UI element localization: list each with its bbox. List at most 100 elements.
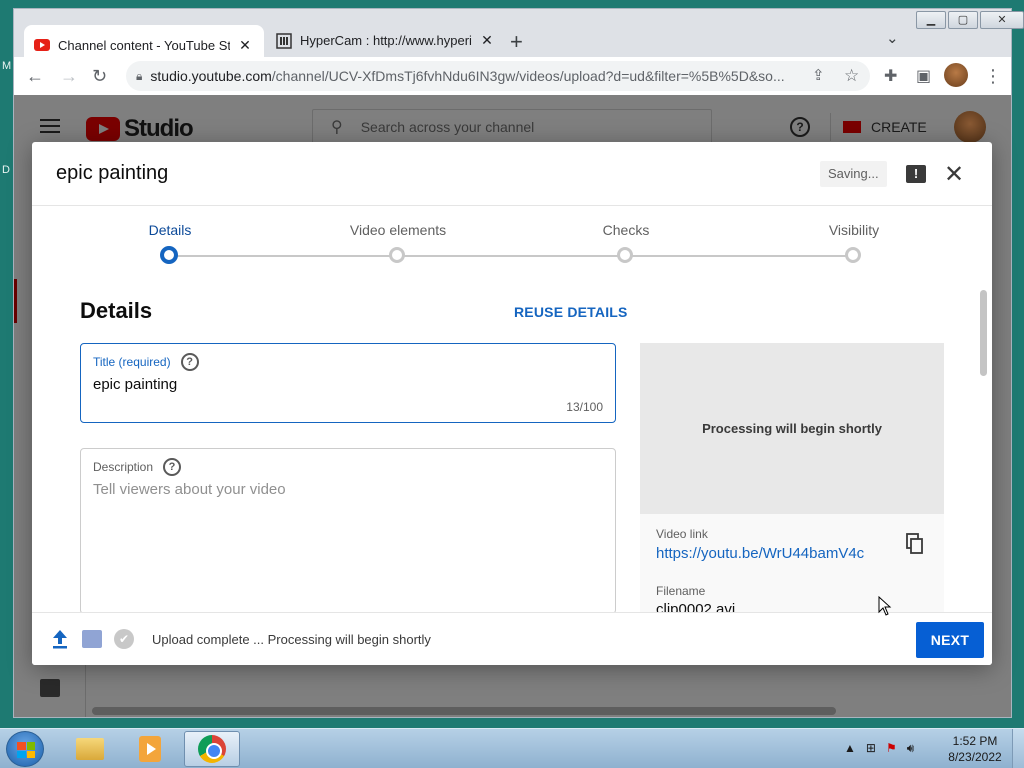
help-icon[interactable]: ? (180, 353, 199, 371)
dialog-footer: ✔ Upload complete ... Processing will be… (32, 612, 992, 665)
search-icon: ⚲ (331, 119, 343, 136)
reload-icon[interactable]: ↻ (92, 66, 107, 87)
system-tray: ▲ ⊞ ⚑ 🔊︎ (844, 741, 914, 756)
extensions-puzzle-icon[interactable]: ✚ (884, 66, 897, 86)
title-label-text: Title (required) (93, 355, 171, 369)
step-label: Video elements (349, 222, 447, 238)
folder-icon (76, 738, 104, 760)
profile-avatar-icon[interactable] (944, 63, 968, 87)
description-placeholder[interactable]: Tell viewers about your video (93, 481, 286, 498)
side-panel-icon[interactable]: ▣ (916, 66, 931, 86)
lock-icon[interactable]: 🔒︎ (136, 69, 142, 84)
next-button[interactable]: NEXT (916, 622, 984, 658)
media-player-icon (139, 736, 161, 762)
studio-logo-text: Studio (124, 115, 194, 142)
video-thumbnail: Processing will begin shortly (640, 343, 944, 514)
create-label: CREATE (871, 119, 927, 135)
tray-expand-icon[interactable]: ▲ (844, 741, 856, 756)
upload-icon (53, 630, 67, 649)
dialog-scrollbar[interactable] (980, 290, 987, 376)
window-controls: ▁ ▢ ✕ (916, 11, 1024, 29)
desktop-background: M D (0, 0, 13, 728)
minimize-icon[interactable]: ▁ (916, 11, 946, 29)
title-field[interactable]: Title (required) ? epic painting 13/100 (80, 343, 616, 423)
windows-logo-icon (17, 742, 35, 758)
dialog-header: epic painting Saving... ! ✕ (32, 142, 992, 206)
menu-kebab-icon[interactable]: ⋮ (984, 66, 1002, 87)
upload-status-text: Upload complete ... Processing will begi… (152, 632, 431, 647)
volume-icon[interactable]: 🔊︎ (907, 741, 915, 756)
channel-avatar[interactable] (954, 111, 986, 143)
address-bar[interactable]: 🔒︎ studio.youtube.com/channel/UCV-XfDmsT… (126, 61, 870, 91)
bookmark-star-icon[interactable]: ☆ (844, 66, 859, 86)
title-input-value[interactable]: epic painting (93, 376, 177, 393)
step-dot (389, 247, 405, 263)
filename-label: Filename (656, 584, 706, 598)
network-icon[interactable]: ⊞ (866, 741, 876, 756)
taskbar-explorer[interactable] (62, 731, 118, 767)
step-checks[interactable]: Checks (556, 222, 696, 263)
help-icon[interactable]: ? (790, 117, 810, 137)
step-label: Visibility (828, 222, 880, 238)
step-video-elements[interactable]: Video elements (328, 222, 468, 263)
taskbar: ▲ ⊞ ⚑ 🔊︎ 1:52 PM 8/23/2022 (0, 728, 1024, 768)
tab-search-chevron-icon[interactable]: ⌄ (886, 29, 899, 47)
help-icon[interactable]: ? (163, 458, 182, 476)
upload-dialog: epic painting Saving... ! ✕ Details Vide… (32, 142, 992, 665)
taskbar-clock[interactable]: 1:52 PM 8/23/2022 (940, 733, 1010, 765)
processing-text: Processing will begin shortly (702, 421, 882, 436)
saving-badge: Saving... (820, 161, 887, 187)
youtube-play-icon (86, 117, 120, 141)
description-field[interactable]: Description ? Tell viewers about your vi… (80, 448, 616, 612)
step-visibility[interactable]: Visibility (784, 222, 924, 263)
step-label: Details (148, 222, 192, 238)
url-text: studio.youtube.com/channel/UCV-XfDmsTj6f… (150, 68, 785, 84)
new-tab-icon[interactable]: + (510, 29, 523, 55)
copy-icon[interactable] (906, 533, 924, 555)
report-issue-icon[interactable]: ! (906, 165, 926, 183)
action-center-flag-icon[interactable]: ⚑ (886, 741, 897, 756)
step-label: Checks (602, 222, 650, 238)
video-preview-panel: Processing will begin shortly Video link… (640, 343, 944, 612)
search-placeholder: Search across your channel (360, 119, 535, 135)
stepper-line (170, 255, 854, 257)
step-dot (617, 247, 633, 263)
share-icon[interactable]: ⇪ (812, 66, 825, 84)
hypercam-favicon-icon (276, 32, 292, 49)
reuse-details-button[interactable]: REUSE DETAILS (514, 304, 628, 320)
sidebar-active-indicator (14, 279, 17, 323)
tab-close-icon[interactable]: ✕ (478, 32, 496, 49)
filename-value: clip0002.avi (656, 601, 736, 612)
horizontal-scrollbar[interactable] (92, 707, 836, 715)
video-link[interactable]: https://youtu.be/WrU44bamV4c (656, 545, 864, 562)
back-arrow-icon[interactable]: ← (26, 66, 44, 87)
forward-arrow-icon[interactable]: → (60, 66, 78, 87)
maximize-icon[interactable]: ▢ (948, 11, 978, 29)
channel-search-input[interactable]: ⚲ Search across your channel (312, 109, 712, 145)
details-content: Details REUSE DETAILS Title (required) ?… (32, 286, 992, 612)
close-icon[interactable]: ✕ (944, 160, 964, 189)
window-close-icon[interactable]: ✕ (980, 11, 1024, 29)
hd-processing-icon (82, 630, 102, 648)
taskbar-media-player[interactable] (122, 731, 178, 767)
tab-close-icon[interactable]: ✕ (236, 37, 254, 54)
section-title: Details (80, 298, 153, 323)
create-button[interactable]: CREATE (830, 113, 927, 141)
upload-stepper: Details Video elements Checks Visibility (32, 206, 992, 286)
hamburger-menu-icon[interactable] (40, 119, 60, 133)
description-label-text: Description (93, 460, 154, 474)
show-desktop-button[interactable] (1012, 729, 1024, 768)
step-dot (845, 247, 861, 263)
step-details[interactable]: Details (100, 222, 240, 264)
step-dot (160, 246, 178, 264)
clock-time: 1:52 PM (952, 734, 998, 748)
start-button[interactable] (6, 731, 44, 767)
taskbar-chrome[interactable] (184, 731, 240, 767)
video-camera-icon (843, 121, 861, 133)
studio-logo[interactable]: Studio (86, 115, 194, 143)
desktop-icon-label: D (2, 164, 10, 176)
feedback-icon[interactable] (40, 679, 60, 697)
character-count: 13/100 (566, 400, 603, 414)
tab-hypercam[interactable]: HyperCam : http://www.hyperionics.com ✕ (266, 25, 506, 56)
mouse-cursor-icon (878, 596, 892, 616)
